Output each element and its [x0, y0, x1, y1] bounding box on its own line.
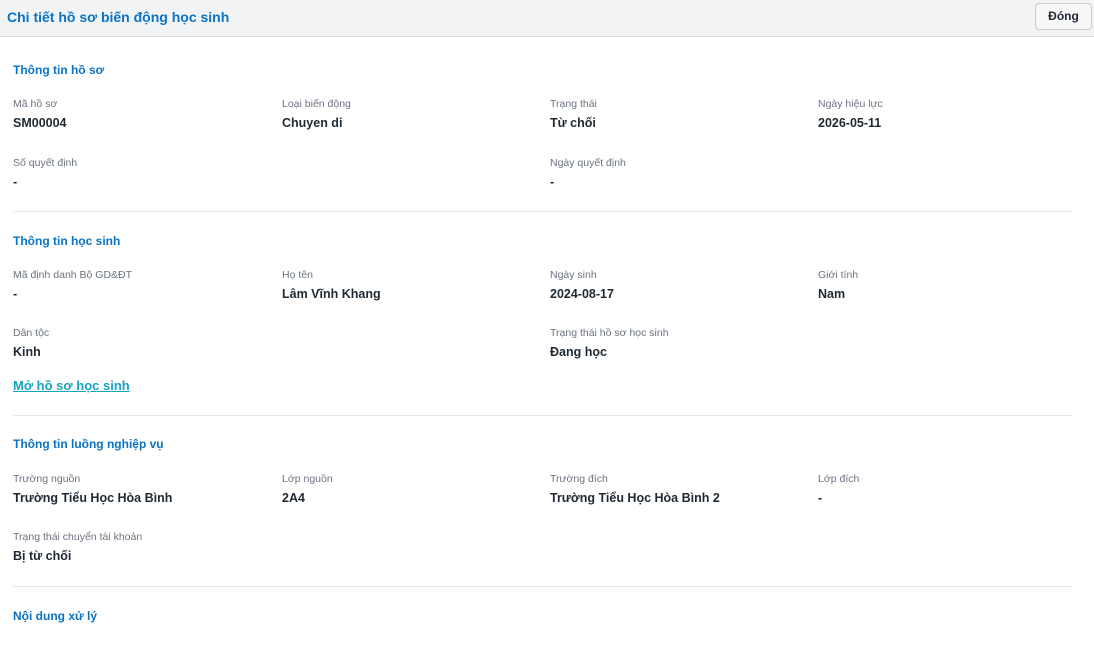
field-value: Kinh	[13, 345, 41, 359]
field-change-type: Loại biến động Chuyen di	[282, 98, 351, 131]
field-label: Trạng thái	[550, 98, 597, 110]
field-value: SM00004	[13, 116, 67, 130]
section-title-workflow: Thông tin luồng nghiệp vụ	[13, 437, 164, 451]
section-divider	[13, 211, 1072, 212]
field-label: Lớp đích	[818, 473, 860, 485]
field-birth-date: Ngày sinh 2024-08-17	[550, 269, 614, 302]
field-value: Chuyen di	[282, 116, 343, 130]
close-button[interactable]: Đóng	[1035, 3, 1092, 30]
field-decision-number: Số quyết định -	[13, 157, 77, 190]
field-value: 2024-08-17	[550, 287, 614, 301]
field-label: Mã định danh Bộ GD&ĐT	[13, 269, 133, 281]
field-profile-code: Mã hồ sơ SM00004	[13, 98, 67, 131]
field-value: Trường Tiểu Học Hòa Bình 2	[550, 491, 720, 505]
field-label: Lớp nguồn	[282, 473, 333, 485]
field-label: Loại biến động	[282, 98, 351, 110]
field-full-name: Họ tên Lâm Vĩnh Khang	[282, 269, 381, 302]
field-label: Mã hồ sơ	[13, 98, 58, 110]
field-decision-date: Ngày quyết định -	[550, 157, 626, 190]
field-label: Ngày quyết định	[550, 157, 626, 169]
field-account-transfer-status: Trạng thái chuyển tài khoản Bị từ chối	[13, 531, 142, 564]
field-label: Họ tên	[282, 269, 313, 281]
field-value: -	[818, 491, 823, 505]
field-gender: Giới tính Nam	[818, 269, 858, 302]
field-label: Trạng thái hồ sơ học sinh	[550, 327, 669, 339]
field-label: Ngày hiệu lực	[818, 98, 883, 110]
field-source-school: Trường nguồn Trường Tiểu Học Hòa Bình	[13, 473, 172, 506]
field-target-class: Lớp đích -	[818, 473, 859, 506]
field-value: Đang học	[550, 345, 607, 359]
section-divider	[13, 586, 1072, 587]
open-student-profile-link[interactable]: Mở hồ sơ học sinh	[13, 378, 130, 393]
field-student-status: Trạng thái hồ sơ học sinh Đang học	[550, 327, 669, 360]
field-value: 2026-05-11	[818, 116, 882, 130]
field-label: Ngày sinh	[550, 269, 597, 281]
field-value: -	[13, 287, 18, 301]
field-label: Giới tính	[818, 269, 859, 281]
section-title-student: Thông tin học sinh	[13, 234, 121, 248]
field-source-class: Lớp nguồn 2A4	[282, 473, 333, 506]
section-title-profile: Thông tin hồ sơ	[13, 63, 105, 77]
page-title: Chi tiết hồ sơ biến động học sinh	[7, 9, 230, 25]
section-title-processing: Nội dung xử lý	[13, 609, 98, 623]
field-value: -	[550, 175, 555, 189]
section-divider	[13, 415, 1072, 416]
field-value: Từ chối	[550, 116, 596, 130]
field-moet-id: Mã định danh Bộ GD&ĐT -	[13, 269, 132, 302]
field-label: Trường nguồn	[13, 473, 81, 485]
field-value: Trường Tiểu Học Hòa Bình	[13, 491, 173, 505]
field-value: 2A4	[282, 491, 305, 505]
field-value: Nam	[818, 287, 846, 301]
field-label: Dân tộc	[13, 327, 50, 339]
field-effective-date: Ngày hiệu lực 2026-05-11	[818, 98, 883, 131]
field-value: -	[13, 175, 18, 189]
field-label: Trường đích	[550, 473, 608, 485]
dialog-header: Chi tiết hồ sơ biến động học sinh Đóng	[0, 0, 1094, 37]
field-value: Lâm Vĩnh Khang	[282, 287, 381, 301]
field-value: Bị từ chối	[13, 549, 72, 563]
field-label: Số quyết định	[13, 157, 78, 169]
field-status: Trạng thái Từ chối	[550, 98, 597, 131]
field-ethnicity: Dân tộc Kinh	[13, 327, 49, 360]
field-label: Trạng thái chuyển tài khoản	[13, 531, 143, 543]
field-target-school: Trường đích Trường Tiểu Học Hòa Bình 2	[550, 473, 720, 506]
